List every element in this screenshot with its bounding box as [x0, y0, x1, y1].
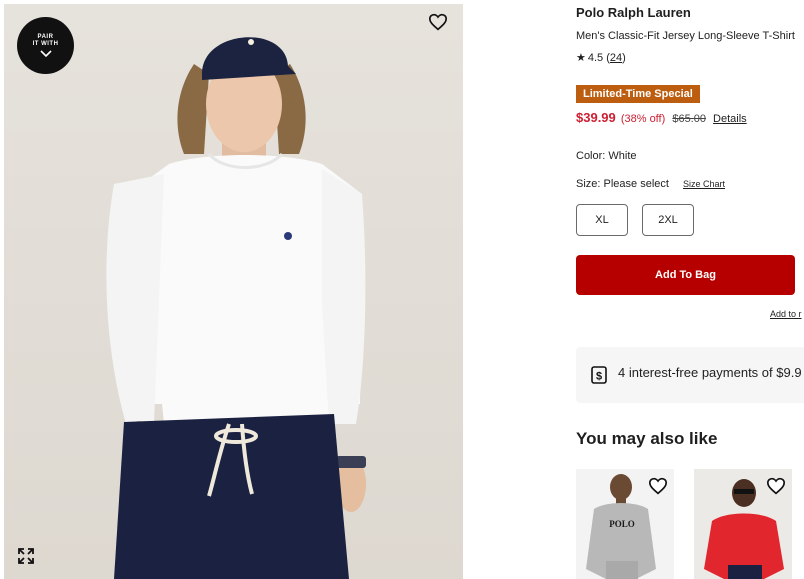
expand-icon[interactable] — [17, 547, 35, 565]
rating[interactable]: ★ 4.5 (24) — [576, 51, 626, 65]
details-link[interactable]: Details — [713, 113, 747, 125]
installment-banner[interactable]: $ 4 interest-free payments of $9.9 — [576, 347, 804, 403]
recommendations-title: You may also like — [576, 429, 718, 448]
heart-icon[interactable] — [766, 477, 786, 495]
recommendation-card[interactable]: POLO — [576, 469, 674, 579]
pair-it-with-button[interactable]: PAIR IT WITH — [17, 17, 74, 74]
heart-icon[interactable] — [428, 13, 448, 31]
color-label: Color: White — [576, 150, 637, 162]
add-to-list-link[interactable]: Add to r — [770, 308, 804, 320]
sale-price: $39.99 — [576, 110, 616, 125]
chevron-down-icon — [39, 50, 52, 58]
size-chart-link[interactable]: Size Chart — [683, 178, 725, 190]
size-option-xl[interactable]: XL — [576, 204, 628, 236]
product-title: Men's Classic-Fit Jersey Long-Sleeve T-S… — [576, 30, 795, 42]
brand-name[interactable]: Polo Ralph Lauren — [576, 5, 691, 21]
discount-percent: (38% off) — [620, 113, 666, 125]
pair-badge-line1: PAIR — [37, 34, 54, 40]
thumb-print-text: POLO — [609, 519, 635, 529]
dollar-icon: $ — [591, 366, 607, 384]
product-photo — [106, 37, 366, 579]
heart-icon[interactable] — [648, 477, 668, 495]
promo-badge: Limited-Time Special — [576, 85, 700, 103]
svg-text:$: $ — [596, 371, 602, 383]
original-price: $65.00 — [672, 113, 706, 125]
product-image[interactable]: PAIR IT WITH — [4, 4, 463, 579]
size-option-2xl[interactable]: 2XL — [642, 204, 694, 236]
pair-badge-line2: IT WITH — [32, 41, 59, 47]
size-label: Size: Please select — [576, 178, 669, 190]
installment-text: 4 interest-free payments of $9.9 — [618, 365, 802, 380]
recommendation-card[interactable] — [694, 469, 792, 579]
price-row: $39.99 (38% off) $65.00 Details — [576, 110, 747, 127]
review-count[interactable]: 24 — [610, 52, 622, 64]
rating-value: 4.5 — [587, 52, 604, 64]
star-icon: ★ — [576, 52, 586, 64]
add-to-bag-button[interactable]: Add To Bag — [576, 255, 795, 295]
